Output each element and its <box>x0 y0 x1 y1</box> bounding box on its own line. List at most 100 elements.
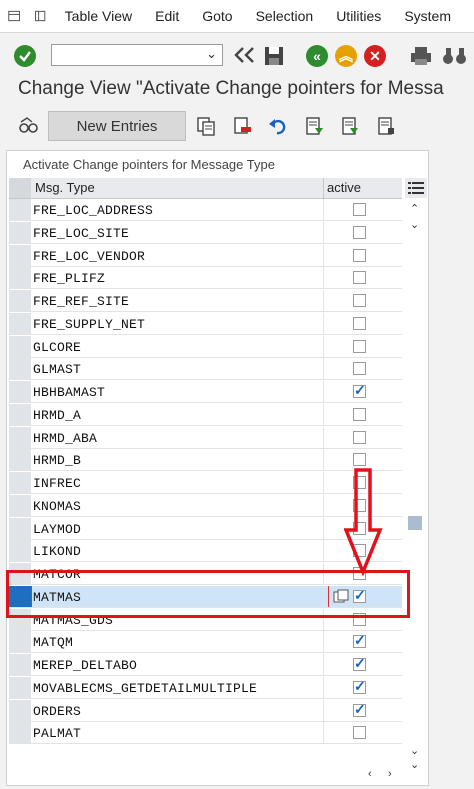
active-checkbox[interactable] <box>353 362 366 376</box>
msg-type-cell[interactable]: MEREP_DELTABO <box>33 658 137 673</box>
copy-as-icon[interactable] <box>196 116 216 136</box>
scroll-down-icon[interactable]: ⌄ <box>410 744 419 757</box>
table-row[interactable]: FRE_LOC_ADDRESS <box>9 199 402 221</box>
active-checkbox[interactable] <box>353 203 366 216</box>
scroll-left-icon[interactable]: ‹ <box>368 768 372 780</box>
table-row[interactable]: FRE_PLIFZ <box>9 267 402 290</box>
table-row[interactable]: FRE_REF_SITE <box>9 290 402 312</box>
row-selector[interactable] <box>9 494 31 516</box>
active-checkbox[interactable] <box>353 294 366 307</box>
table-row[interactable]: HBHBAMAST ✓ <box>9 381 402 403</box>
table-row[interactable]: MATQM ✓ <box>9 631 402 654</box>
active-checkbox[interactable] <box>353 339 366 353</box>
row-selector[interactable] <box>9 335 31 357</box>
row-selector[interactable] <box>9 381 31 402</box>
msg-type-cell[interactable]: FRE_SUPPLY_NET <box>33 317 145 332</box>
new-entries-button[interactable]: New Entries <box>48 111 186 141</box>
menu-selection[interactable]: Selection <box>256 8 314 24</box>
msg-type-cell[interactable]: GLCORE <box>33 340 81 355</box>
column-header-msg-type[interactable]: Msg. Type <box>35 180 95 195</box>
msg-type-cell[interactable]: HRMD_ABA <box>33 431 97 446</box>
deselect-all-icon[interactable] <box>376 116 396 136</box>
system-layout-icon[interactable] <box>34 9 46 23</box>
msg-type-cell[interactable]: FRE_PLIFZ <box>33 271 105 286</box>
double-chevron-left-icon[interactable] <box>232 46 258 64</box>
row-selector[interactable] <box>9 403 31 425</box>
msg-type-cell[interactable]: HBHBAMAST <box>33 385 105 400</box>
msg-type-cell[interactable]: LAYMOD <box>33 522 81 537</box>
save-icon[interactable] <box>263 45 285 67</box>
scroll-right-icon[interactable]: › <box>388 768 392 780</box>
msg-type-cell[interactable]: KNOMAS <box>33 499 81 514</box>
active-checkbox[interactable]: ✓ <box>353 632 366 649</box>
table-row[interactable]: GLMAST <box>9 358 402 381</box>
table-row[interactable]: HRMD_A <box>9 403 402 426</box>
row-selector[interactable] <box>9 676 31 698</box>
select-all-icon[interactable] <box>304 116 324 136</box>
menu-goto[interactable]: Goto <box>202 8 232 24</box>
menu-edit[interactable]: Edit <box>155 8 179 24</box>
row-selector[interactable] <box>9 540 31 562</box>
table-row[interactable]: HRMD_ABA <box>9 426 402 449</box>
active-checkbox[interactable] <box>353 225 366 239</box>
row-selector[interactable] <box>9 654 31 675</box>
row-selector[interactable] <box>9 267 31 289</box>
menu-icon[interactable] <box>8 9 21 23</box>
row-selector[interactable] <box>9 472 31 493</box>
active-checkbox[interactable] <box>353 248 366 262</box>
exit-button[interactable]: ︽ <box>335 45 357 67</box>
back-button[interactable]: « <box>306 45 328 67</box>
enter-button[interactable] <box>14 45 36 67</box>
table-row[interactable]: FRE_LOC_VENDOR <box>9 244 402 267</box>
active-checkbox[interactable]: ✓ <box>353 655 366 671</box>
column-settings-icon[interactable] <box>405 178 427 198</box>
table-row[interactable]: FRE_SUPPLY_NET <box>9 312 402 335</box>
scroll-up-icon[interactable]: ⌄ <box>410 218 419 231</box>
menu-table-view[interactable]: Table View <box>65 8 132 24</box>
msg-type-cell[interactable]: HRMD_B <box>33 453 81 468</box>
table-row[interactable]: FRE_LOC_SITE <box>9 221 402 244</box>
print-icon[interactable] <box>409 45 433 67</box>
active-checkbox[interactable]: ✓ <box>353 382 366 398</box>
row-selector[interactable] <box>9 699 31 721</box>
table-row[interactable]: GLCORE <box>9 335 402 358</box>
msg-type-cell[interactable]: FRE_REF_SITE <box>33 294 129 309</box>
row-selector[interactable] <box>9 358 31 380</box>
scrollbar-thumb[interactable] <box>408 516 422 530</box>
table-row[interactable]: ORDERS ✓ <box>9 699 402 722</box>
row-selector[interactable] <box>9 221 31 243</box>
menu-utilities[interactable]: Utilities <box>336 8 381 24</box>
delete-icon[interactable] <box>232 116 252 136</box>
row-selector[interactable] <box>9 312 31 334</box>
row-selector[interactable] <box>9 517 31 539</box>
active-checkbox[interactable] <box>353 726 366 740</box>
msg-type-cell[interactable]: FRE_LOC_ADDRESS <box>33 203 153 218</box>
msg-type-cell[interactable]: ORDERS <box>33 704 81 719</box>
select-block-icon[interactable] <box>340 116 360 136</box>
vertical-scrollbar[interactable]: ⌃ ⌄ ⌄ ⌄ <box>404 178 428 784</box>
undo-icon[interactable] <box>268 116 288 136</box>
active-checkbox[interactable] <box>353 271 366 285</box>
msg-type-cell[interactable]: LIKOND <box>33 544 81 559</box>
find-icon[interactable] <box>440 45 470 67</box>
select-all-rows-cell[interactable] <box>9 178 31 198</box>
display-change-glasses-icon[interactable] <box>18 116 38 136</box>
msg-type-cell[interactable]: FRE_LOC_SITE <box>33 226 129 241</box>
row-selector[interactable] <box>9 449 31 471</box>
msg-type-cell[interactable]: GLMAST <box>33 362 81 377</box>
row-selector[interactable] <box>9 199 31 220</box>
msg-type-cell[interactable]: HRMD_A <box>33 408 81 423</box>
row-selector[interactable] <box>9 244 31 266</box>
active-checkbox[interactable] <box>353 430 366 444</box>
active-checkbox[interactable] <box>353 453 366 467</box>
msg-type-cell[interactable]: MOVABLECMS_GETDETAILMULTIPLE <box>33 681 257 696</box>
active-checkbox[interactable] <box>353 316 366 330</box>
table-row[interactable]: MOVABLECMS_GETDETAILMULTIPLE ✓ <box>9 676 402 699</box>
msg-type-cell[interactable]: PALMAT <box>33 726 81 741</box>
active-checkbox[interactable]: ✓ <box>353 701 366 717</box>
row-selector[interactable] <box>9 722 31 744</box>
row-selector[interactable] <box>9 426 31 448</box>
active-checkbox[interactable] <box>353 407 366 421</box>
table-row[interactable]: MEREP_DELTABO ✓ <box>9 654 402 676</box>
scroll-top-icon[interactable]: ⌃ <box>410 202 419 215</box>
